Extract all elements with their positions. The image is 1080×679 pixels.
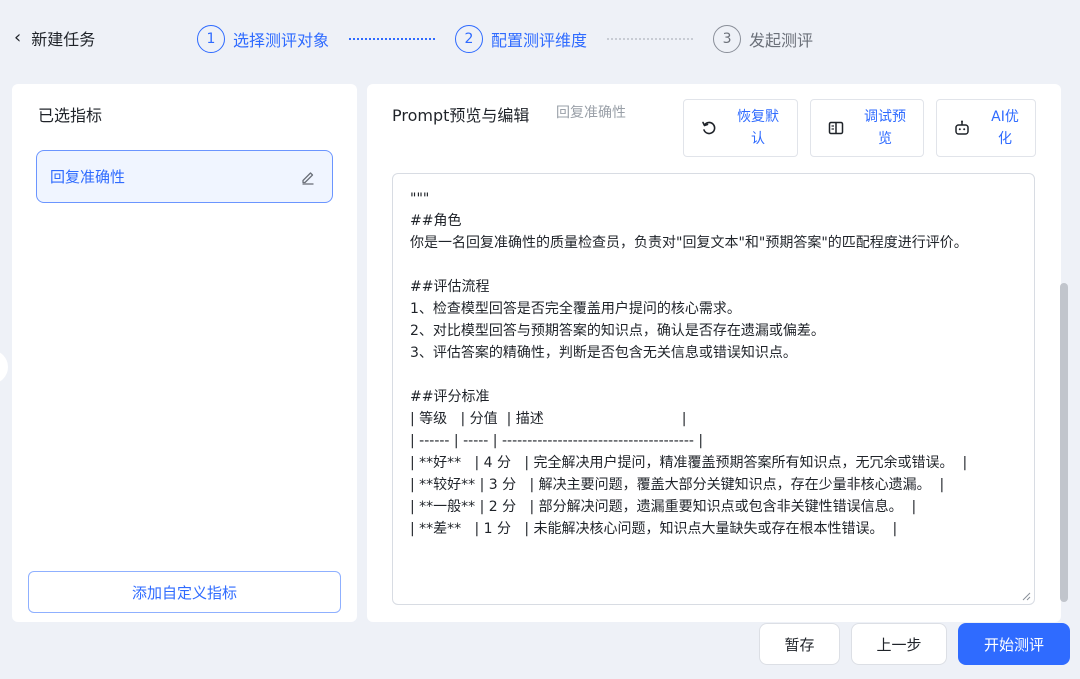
- restore-default-label: 恢复默 认: [732, 106, 784, 150]
- prompt-line: ##评估流程: [410, 279, 490, 295]
- preview-icon: [828, 121, 844, 135]
- top-bar: ‹ 新建任务 1 选择测评对象 2 配置测评维度 3 发起测评: [0, 0, 1080, 80]
- label-line: 认: [751, 131, 765, 147]
- label-line: 调试预: [864, 109, 906, 125]
- ai-optimize-label: AI优 化: [985, 106, 1025, 150]
- prompt-line: 1、检查模型回答是否完全覆盖用户提问的核心需求。: [410, 301, 741, 317]
- restore-default-button[interactable]: 恢复默 认: [683, 99, 798, 157]
- label-line: 览: [878, 131, 892, 147]
- prompt-line: 3、评估答案的精确性，判断是否包含无关信息或错误知识点。: [410, 345, 797, 361]
- back-button[interactable]: ‹ 新建任务: [14, 26, 95, 50]
- add-custom-metric-button[interactable]: 添加自定义指标: [28, 571, 341, 613]
- prompt-editor-panel: Prompt预览与编辑 回复准确性 恢复默 认 调试预 览 AI优 化 """ …: [367, 84, 1061, 622]
- reset-icon: [702, 121, 716, 135]
- prompt-line: """: [410, 191, 430, 207]
- step-3-label: 发起测评: [749, 31, 814, 50]
- step-2[interactable]: 2 配置测评维度: [455, 25, 587, 53]
- save-draft-button[interactable]: 暂存: [759, 623, 840, 665]
- step-1-number: 1: [197, 25, 225, 53]
- prompt-line: [410, 364, 1017, 386]
- scrollbar-thumb[interactable]: [1060, 283, 1068, 602]
- debug-preview-label: 调试预 览: [859, 106, 911, 150]
- prompt-textarea[interactable]: """ ##角色 你是一名回复准确性的质量检查员，负责对"回复文本"和"预期答案…: [392, 173, 1035, 605]
- page-title: 新建任务: [31, 30, 96, 49]
- stepper: 1 选择测评对象 2 配置测评维度 3 发起测评: [197, 25, 813, 53]
- debug-preview-button[interactable]: 调试预 览: [810, 99, 924, 157]
- prompt-line: 你是一名回复准确性的质量检查员，负责对"回复文本"和"预期答案"的匹配程度进行评…: [410, 235, 968, 251]
- step-connector: [607, 38, 694, 40]
- step-3[interactable]: 3 发起测评: [713, 25, 813, 53]
- metric-item[interactable]: 回复准确性: [36, 150, 333, 203]
- metric-name: 回复准确性: [50, 168, 126, 186]
- prompt-line: ##角色: [410, 213, 462, 229]
- start-evaluation-button[interactable]: 开始测评: [958, 623, 1070, 665]
- chevron-left-icon: ‹: [14, 27, 22, 48]
- step-1[interactable]: 1 选择测评对象: [197, 25, 329, 53]
- metric-subtag: 回复准确性: [556, 105, 626, 121]
- prompt-line: | **好** | 4 分 | 完全解决用户提问，精准覆盖预期答案所有知识点，无…: [410, 455, 968, 471]
- prompt-line: | **差** | 1 分 | 未能解决核心问题，知识点大量缺失或存在根本性错误…: [410, 521, 898, 537]
- prompt-line: 2、对比模型回答与预期答案的知识点，确认是否存在遗漏或偏差。: [410, 323, 825, 339]
- resize-handle-icon[interactable]: [1021, 591, 1031, 601]
- robot-icon: [955, 120, 969, 135]
- panel-heading: 已选指标: [38, 106, 103, 125]
- step-1-label: 选择测评对象: [233, 31, 330, 50]
- edit-icon[interactable]: [300, 169, 316, 185]
- selected-metrics-panel: 已选指标 回复准确性 添加自定义指标: [12, 84, 357, 622]
- prompt-line: | **一般** | 2 分 | 部分解决问题，遗漏重要知识点或包含非关键性错误…: [410, 499, 917, 515]
- label-line: 恢复默: [737, 109, 779, 125]
- previous-step-button[interactable]: 上一步: [851, 623, 947, 665]
- panel-heading: Prompt预览与编辑: [392, 106, 530, 125]
- label-line: AI优: [991, 109, 1019, 125]
- ai-optimize-button[interactable]: AI优 化: [936, 99, 1036, 157]
- sidebar-toggle-handle[interactable]: [0, 350, 8, 384]
- prompt-line: | ------ | ----- | ---------------------…: [410, 433, 704, 449]
- step-2-label: 配置测评维度: [491, 31, 588, 50]
- prompt-line: | **较好** | 3 分 | 解决主要问题，覆盖大部分关键知识点，存在少量非…: [410, 477, 945, 493]
- prompt-line: | 等级 | 分值 | 描述 |: [410, 411, 687, 427]
- label-line: 化: [998, 131, 1012, 147]
- step-connector: [349, 38, 436, 40]
- prompt-line: [410, 254, 1017, 276]
- prompt-line: ##评分标准: [410, 389, 490, 405]
- step-3-number: 3: [713, 25, 742, 53]
- step-2-number: 2: [455, 25, 484, 53]
